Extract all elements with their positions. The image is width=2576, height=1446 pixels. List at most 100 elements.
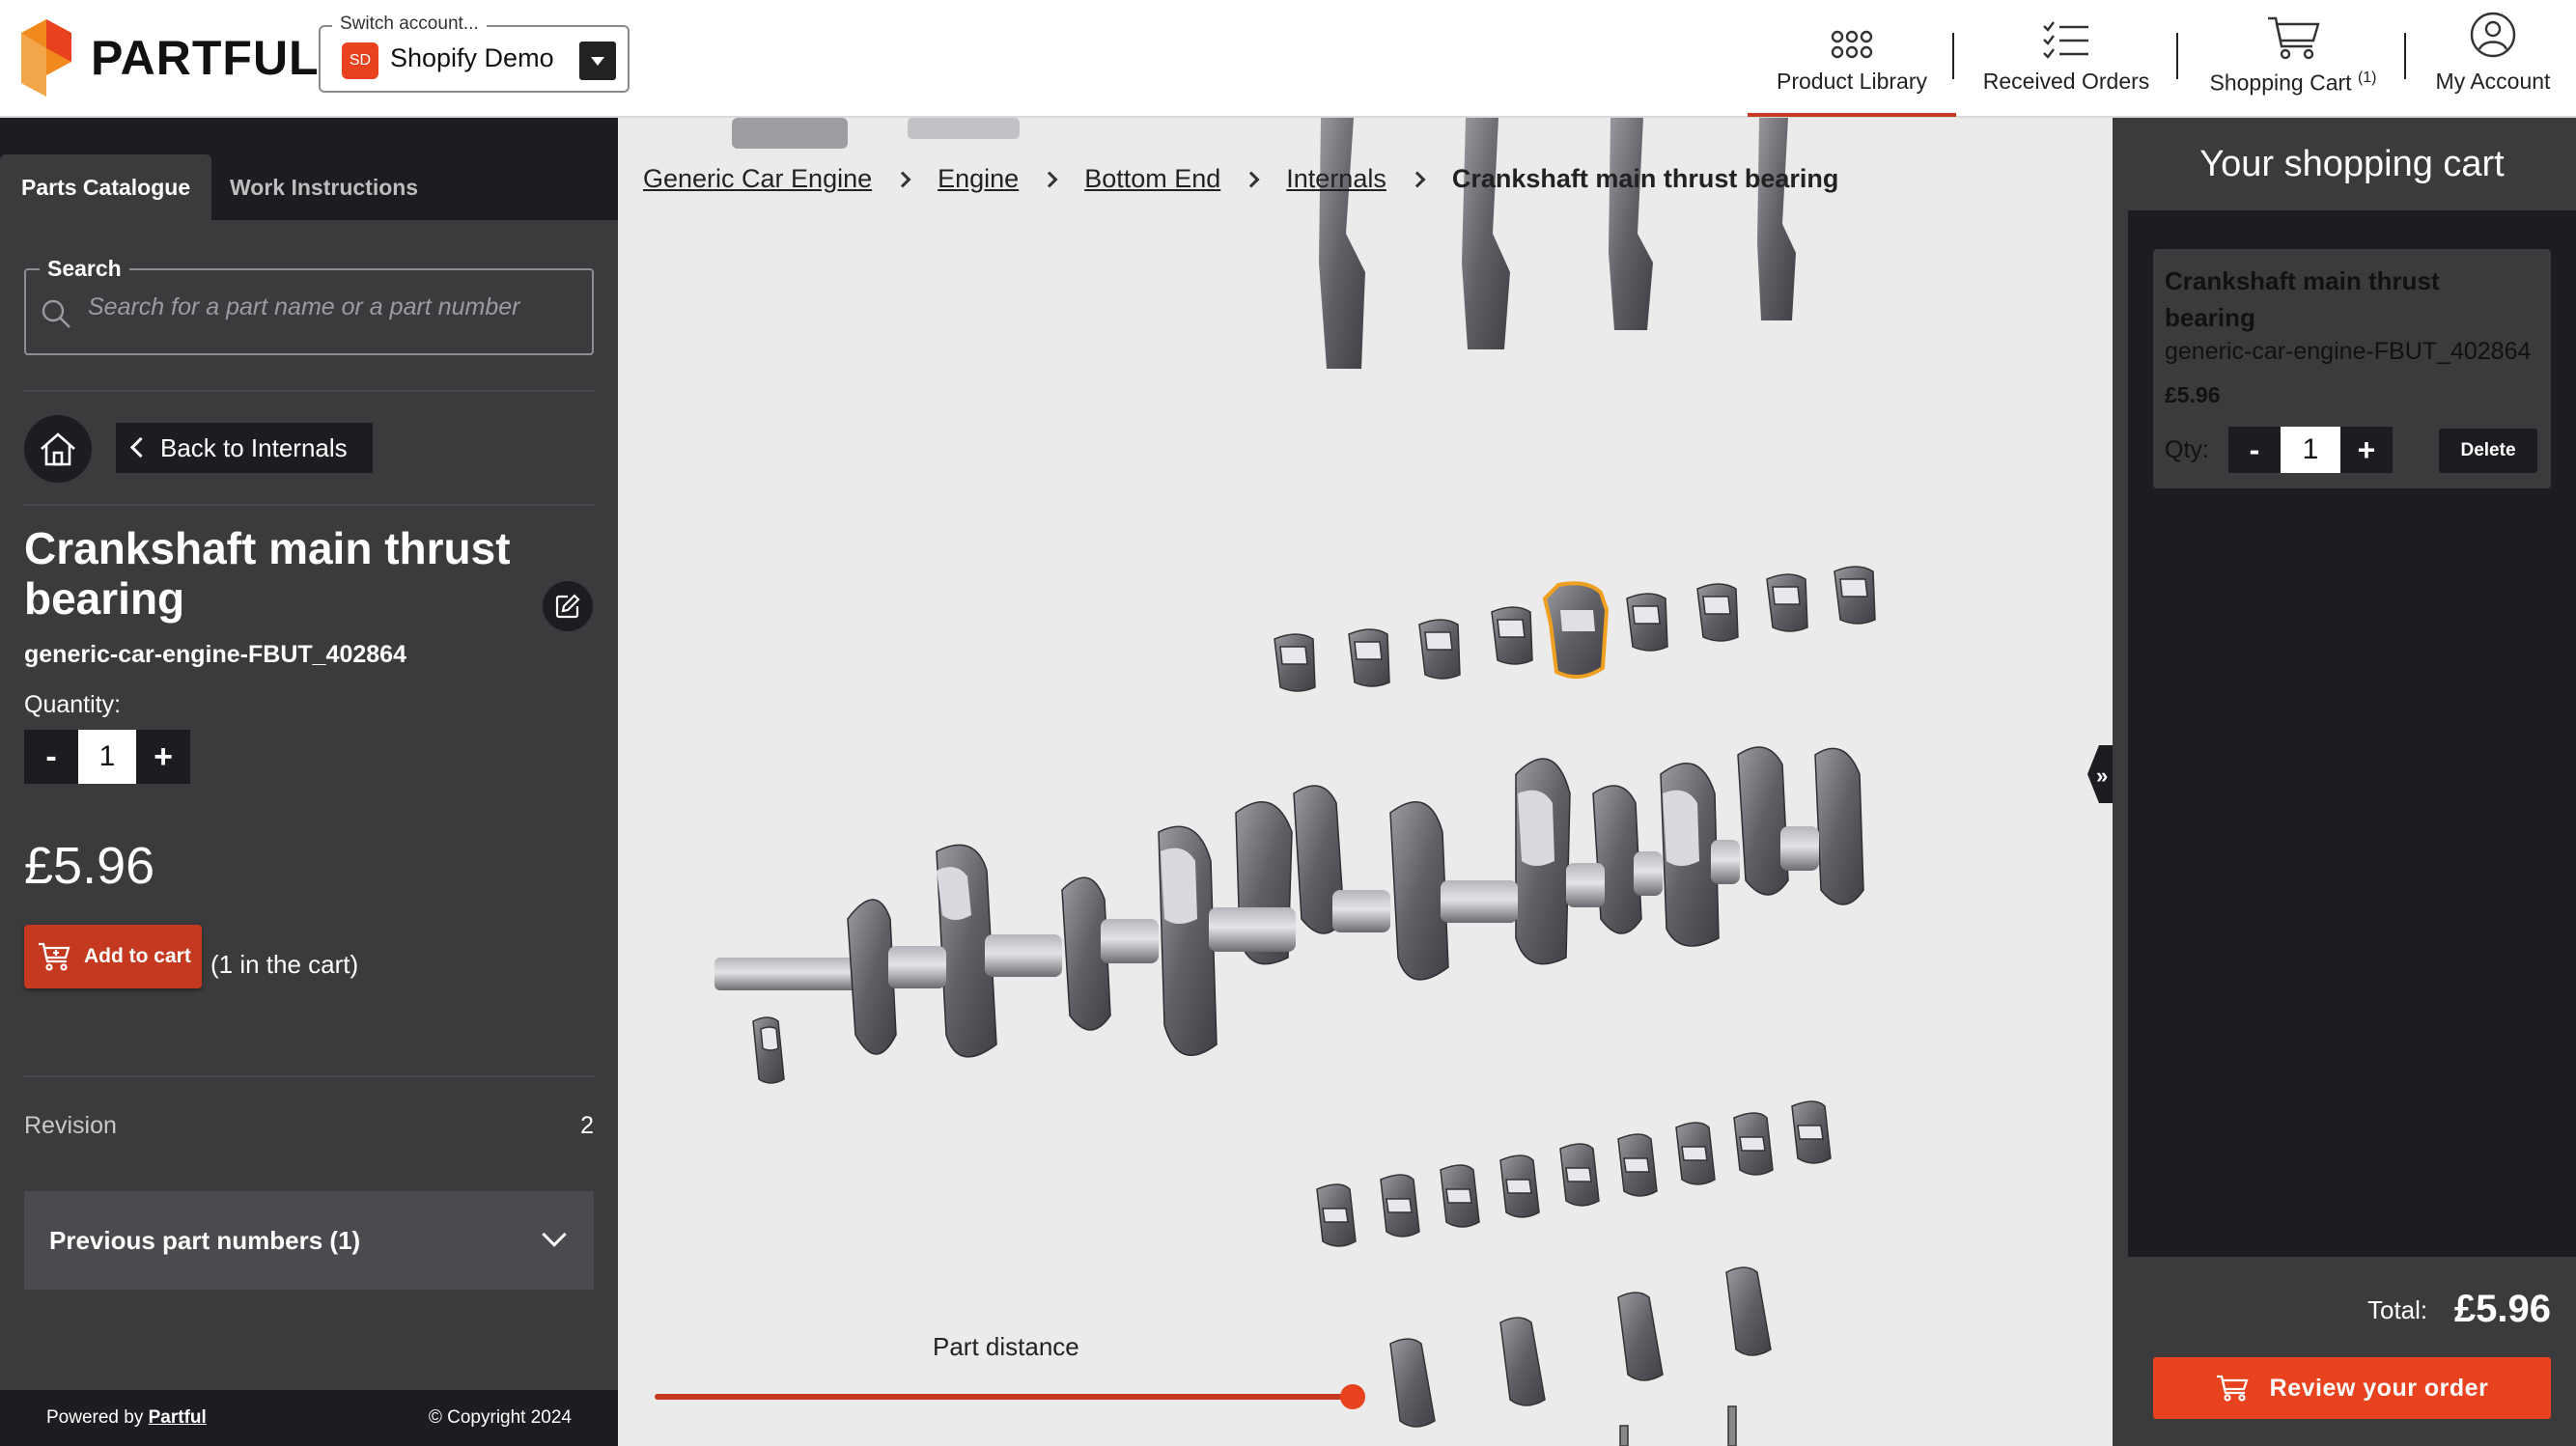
logo-text: PARTFUL	[91, 31, 320, 85]
cart-icon	[2216, 1375, 2249, 1402]
part-distance-slider[interactable]	[655, 1394, 1356, 1400]
previous-part-numbers-accordion[interactable]: Previous part numbers (1)	[24, 1191, 594, 1290]
review-order-button[interactable]: Review your order	[2153, 1357, 2551, 1419]
add-to-cart-button[interactable]: Add to cart	[24, 925, 202, 988]
divider	[24, 1075, 594, 1077]
in-cart-count: (1 in the cart)	[210, 950, 359, 979]
powered-by: Powered by Partful	[46, 1407, 207, 1429]
quantity-label: Quantity:	[24, 691, 122, 718]
breadcrumb-link[interactable]: Internals	[1286, 164, 1386, 194]
part-number: generic-car-engine-FBUT_402864	[24, 641, 406, 668]
user-icon	[2470, 12, 2516, 58]
quantity-input[interactable]: 1	[78, 730, 136, 784]
search-input[interactable]	[88, 293, 571, 321]
checklist-icon	[2043, 21, 2088, 59]
breadcrumb-link[interactable]: Generic Car Engine	[643, 164, 872, 194]
nav-product-library[interactable]: Product Library	[1748, 0, 1956, 117]
cart-quantity-input[interactable]: 1	[2281, 427, 2340, 473]
3d-viewport[interactable]: Generic Car Engine Engine Bottom End Int…	[618, 118, 2113, 1446]
chevron-right-icon	[1409, 171, 1426, 187]
account-switcher-legend: Switch account...	[332, 14, 487, 35]
grid-icon	[1831, 30, 1873, 59]
sidebar-tabs: Parts Catalogue Work Instructions	[0, 118, 618, 220]
chevron-right-icon	[894, 171, 911, 187]
account-switcher[interactable]: Switch account... SD Shopify Demo	[319, 14, 630, 93]
part-distance-slider-handle[interactable]	[1340, 1384, 1365, 1409]
increase-quantity-button[interactable]: +	[136, 730, 190, 784]
chevron-down-icon	[542, 1222, 567, 1247]
divider	[24, 504, 594, 506]
cart-quantity-stepper: - 1 +	[2228, 427, 2393, 473]
nav-label-text: Shopping Cart	[2209, 70, 2352, 96]
breadcrumb-link[interactable]: Bottom End	[1084, 164, 1220, 194]
search-field[interactable]: Search	[24, 256, 594, 355]
breadcrumb-link[interactable]: Engine	[938, 164, 1019, 194]
cart-footer: Total: £5.96 Review your order	[2128, 1257, 2576, 1446]
top-header: PARTFUL Switch account... SD Shopify Dem…	[0, 0, 2576, 118]
cart-item-qty-label: Qty:	[2165, 436, 2209, 463]
quantity-stepper: - 1 +	[24, 730, 190, 784]
tab-work-instructions[interactable]: Work Instructions	[209, 154, 439, 220]
cart-delete-button[interactable]: Delete	[2439, 429, 2537, 473]
partful-link[interactable]: Partful	[149, 1407, 207, 1428]
account-name: Shopify Demo	[390, 43, 554, 72]
nav-label: Shopping Cart (1)	[2210, 70, 2377, 97]
home-icon	[41, 432, 75, 466]
back-to-internals-button[interactable]: Back to Internals	[116, 423, 373, 473]
decrease-quantity-button[interactable]: -	[24, 730, 78, 784]
partful-logo[interactable]: PARTFUL	[21, 19, 320, 97]
total-label: Total:	[2367, 1295, 2428, 1324]
cart-increase-button[interactable]: +	[2340, 427, 2393, 473]
tab-parts-catalogue[interactable]: Parts Catalogue	[0, 154, 212, 220]
part-title: Crankshaft main thrust bearing	[24, 523, 511, 624]
exploded-engine-model[interactable]	[618, 118, 2113, 1446]
dropdown-caret-icon[interactable]	[579, 42, 616, 80]
nav-label: My Account	[2435, 69, 2551, 94]
search-icon	[42, 299, 70, 328]
revision-value: 2	[580, 1112, 594, 1139]
cart-add-icon	[39, 942, 70, 971]
breadcrumb-current: Crankshaft main thrust bearing	[1451, 164, 1839, 193]
nav-label: Product Library	[1777, 69, 1927, 94]
nav-separator	[2404, 33, 2406, 79]
edit-icon	[555, 594, 580, 619]
account-badge: SD	[342, 42, 378, 79]
parts-sidebar: Parts Catalogue Work Instructions Search…	[0, 118, 618, 1446]
part-distance-label: Part distance	[933, 1332, 1079, 1361]
selected-part-highlight	[1542, 581, 1610, 680]
cart-item: Crankshaft main thrust bearing generic-c…	[2153, 249, 2551, 488]
powered-by-text: Powered by	[46, 1407, 144, 1428]
review-order-label: Review your order	[2269, 1374, 2489, 1402]
cart-item-price: £5.96	[2165, 382, 2221, 407]
nav-shopping-cart[interactable]: Shopping Cart (1)	[2192, 0, 2394, 116]
cart-title: Your shopping cart	[2128, 118, 2576, 210]
breadcrumb: Generic Car Engine Engine Bottom End Int…	[643, 164, 1838, 194]
revision-label: Revision	[24, 1112, 117, 1139]
nav-label: Received Orders	[1982, 69, 2150, 94]
nav-separator	[2176, 33, 2178, 79]
double-chevron-right-icon: »	[2096, 764, 2109, 788]
divider	[24, 390, 594, 392]
add-to-cart-label: Add to cart	[84, 945, 191, 967]
copyright: © Copyright 2024	[428, 1407, 572, 1428]
cart-gutter	[2113, 118, 2128, 1446]
cart-decrease-button[interactable]: -	[2228, 427, 2281, 473]
cart-item-number: generic-car-engine-FBUT_402864	[2165, 338, 2532, 365]
nav-separator	[1952, 33, 1954, 79]
home-button[interactable]	[24, 415, 92, 483]
search-legend: Search	[40, 256, 129, 282]
total-value: £5.96	[2453, 1288, 2551, 1330]
part-price: £5.96	[24, 837, 155, 895]
partful-logo-icon	[21, 19, 71, 97]
sidebar-footer: Powered by Partful © Copyright 2024	[0, 1390, 618, 1446]
chevron-right-icon	[1243, 171, 1260, 187]
cart-count-badge: (1)	[2357, 70, 2377, 87]
chevron-right-icon	[1041, 171, 1058, 187]
shopping-cart-panel: Your shopping cart Crankshaft main thrus…	[2128, 118, 2576, 1446]
cart-item-name: Crankshaft main thrust bearing	[2165, 266, 2440, 332]
nav-my-account[interactable]: My Account	[2420, 0, 2566, 116]
nav-received-orders[interactable]: Received Orders	[1970, 0, 2163, 116]
edit-button[interactable]	[543, 581, 593, 631]
previous-part-numbers-label: Previous part numbers (1)	[49, 1225, 361, 1255]
cart-icon	[2268, 17, 2320, 60]
